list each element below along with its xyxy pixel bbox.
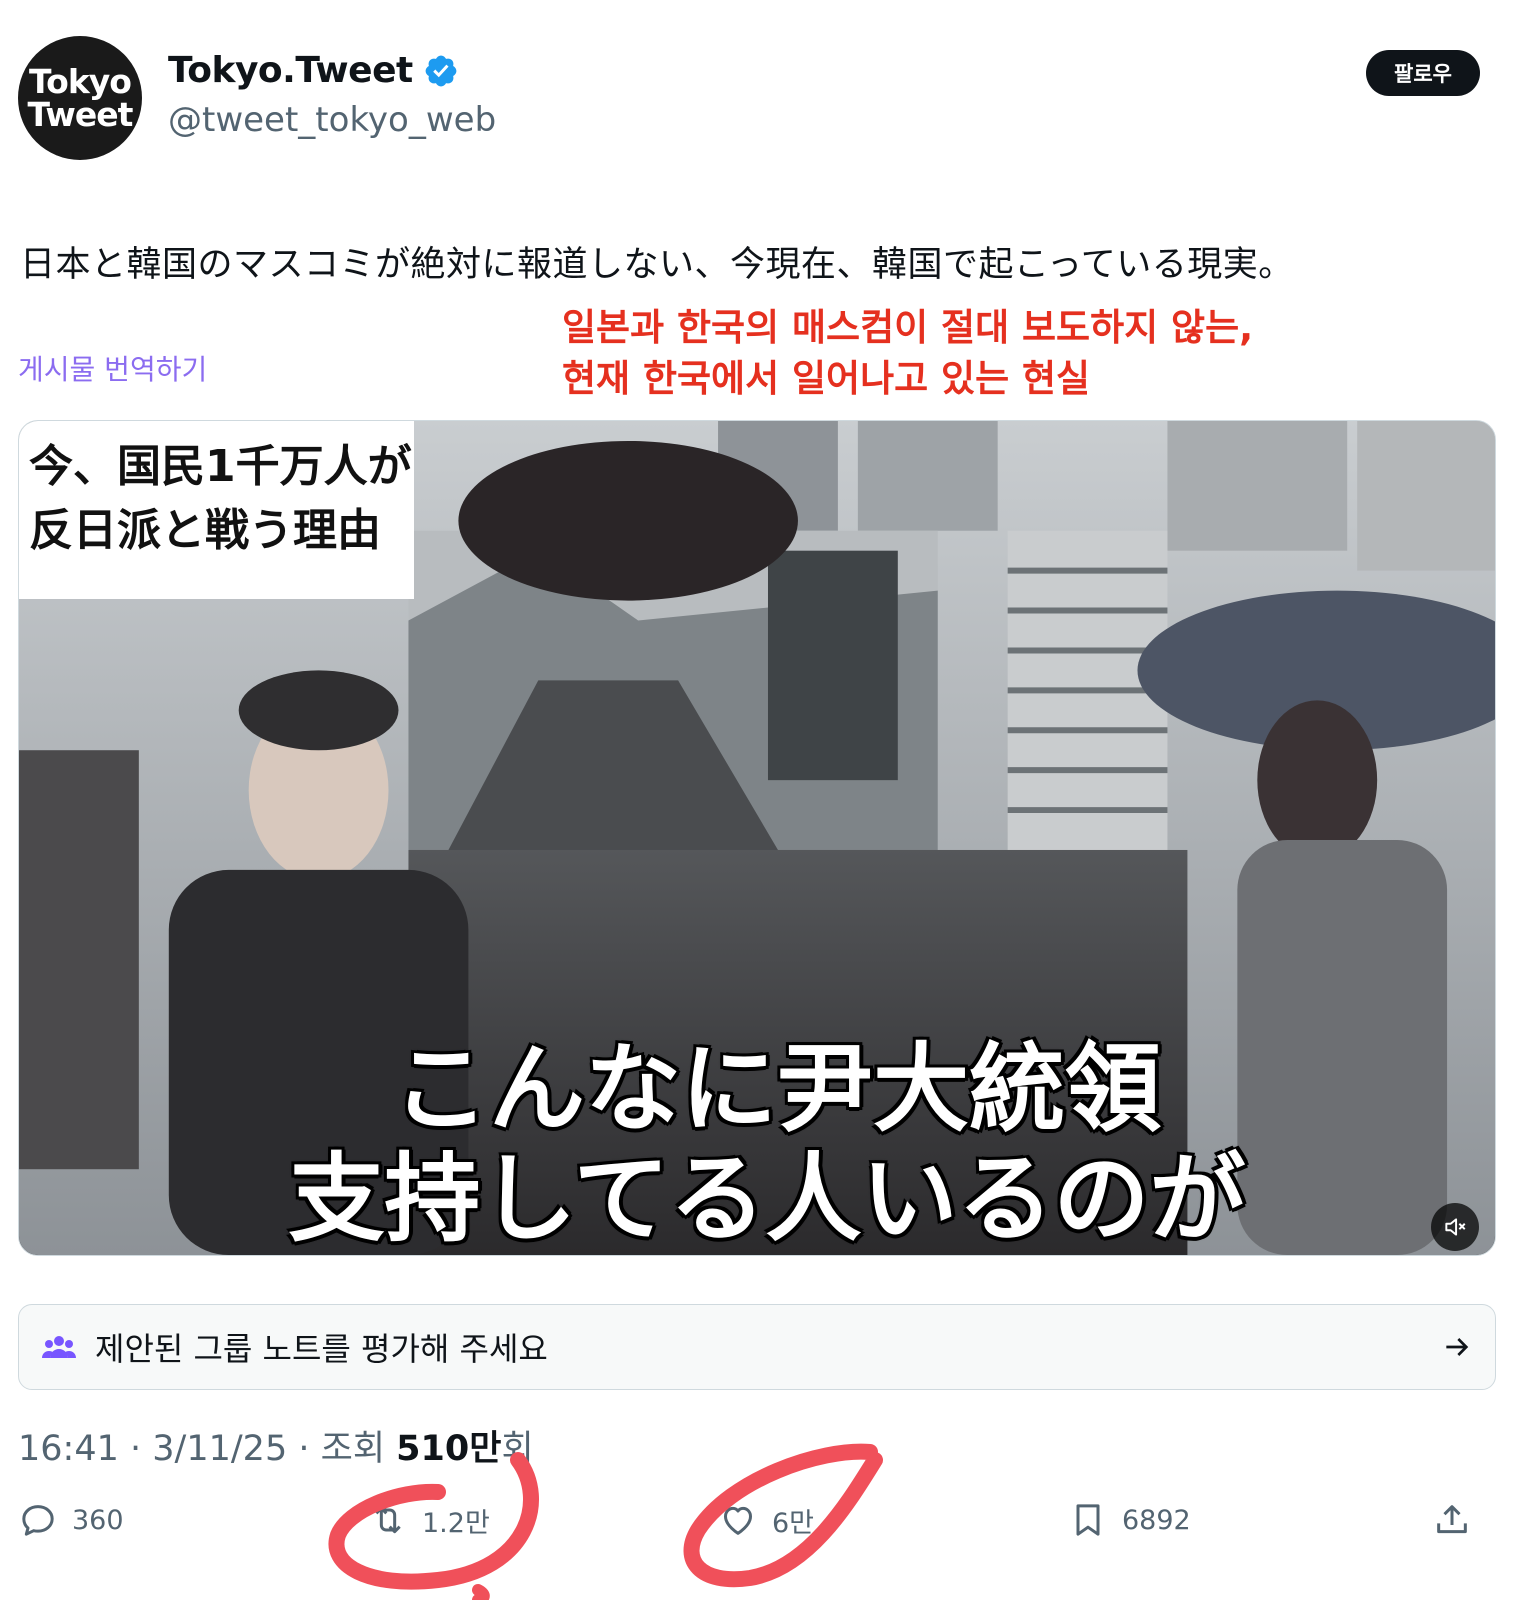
meta-separator: · [130,1429,153,1469]
heart-icon [724,1506,752,1535]
reply-icon [22,1505,54,1536]
tweet-text: 日本と韓国のマスコミが絶対に報道しない、今現在、韓国で起こっている現実。 [20,245,1294,285]
avatar[interactable]: Tokyo Tweet [18,36,142,160]
community-notes-prompt[interactable]: 제안된 그룹 노트를 평가해 주세요 [18,1304,1496,1390]
tweet-meta: 16:41 · 3/11/25 · 조회 510만회 [18,1420,534,1471]
people-group-icon [42,1336,76,1358]
avatar-text-line2: Tweet [27,95,134,134]
repost-icon [375,1506,401,1534]
tweet-time[interactable]: 16:41 [18,1429,119,1469]
meta-separator: · [298,1429,321,1469]
translation-annotation: 일본과 한국의 매스컴이 절대 보도하지 않는, 현재 한국에서 일어나고 있는… [562,302,1253,404]
tweet-actions: 360 1.2만 6만 6892 [18,1500,1496,1560]
mute-icon [1445,1218,1466,1236]
tweet-date[interactable]: 3/11/25 [152,1429,287,1469]
translation-annotation-line2: 현재 한국에서 일어나고 있는 현실 [562,357,1091,400]
bookmark-icon [1076,1504,1100,1536]
author-name-row: Tokyo.Tweet [168,50,459,91]
display-name[interactable]: Tokyo.Tweet [168,50,413,91]
author-handle[interactable]: @tweet_tokyo_web [168,100,496,140]
reply-button[interactable]: 360 [18,1500,124,1540]
video-subtitle-line2: 支持してる人いるのが [288,1143,1246,1255]
arrow-right-icon [1446,1338,1469,1356]
video-caption-topleft-line2: 反日派と戦う理由 [29,505,381,556]
follow-button[interactable]: 팔로우 [1366,50,1480,96]
repost-button[interactable]: 1.2만 [368,1500,490,1540]
like-button[interactable]: 6만 [718,1500,814,1540]
reply-count: 360 [72,1504,124,1536]
share-icon [1437,1505,1467,1534]
community-notes-label: 제안된 그룹 노트를 평가해 주세요 [95,1330,548,1368]
bookmark-count: 6892 [1122,1504,1191,1536]
share-button[interactable] [1432,1500,1472,1540]
like-count: 6만 [772,1507,815,1539]
translation-annotation-line1: 일본과 한국의 매스컴이 절대 보도하지 않는, [562,306,1254,349]
video-caption-topleft: 今、国民1千万人が 反日派と戦う理由 [19,421,414,599]
bookmark-button[interactable]: 6892 [1068,1500,1191,1540]
avatar-text-line1: Tokyo [29,62,132,101]
mute-button[interactable] [1431,1203,1479,1251]
views-label: 조회 [320,1429,386,1469]
verified-badge-icon [425,55,457,86]
views-suffix: 회 [501,1429,534,1469]
views-count: 510만 [396,1429,502,1469]
video-caption-topleft-line1: 今、国民1千万人が [29,441,412,492]
video-player[interactable]: 今、国民1千万人が 反日派と戦う理由 こんなに尹大統領 支持してる人いるのが [18,420,1496,1256]
translate-post-link[interactable]: 게시물 번역하기 [18,348,207,388]
repost-count: 1.2만 [422,1507,490,1539]
